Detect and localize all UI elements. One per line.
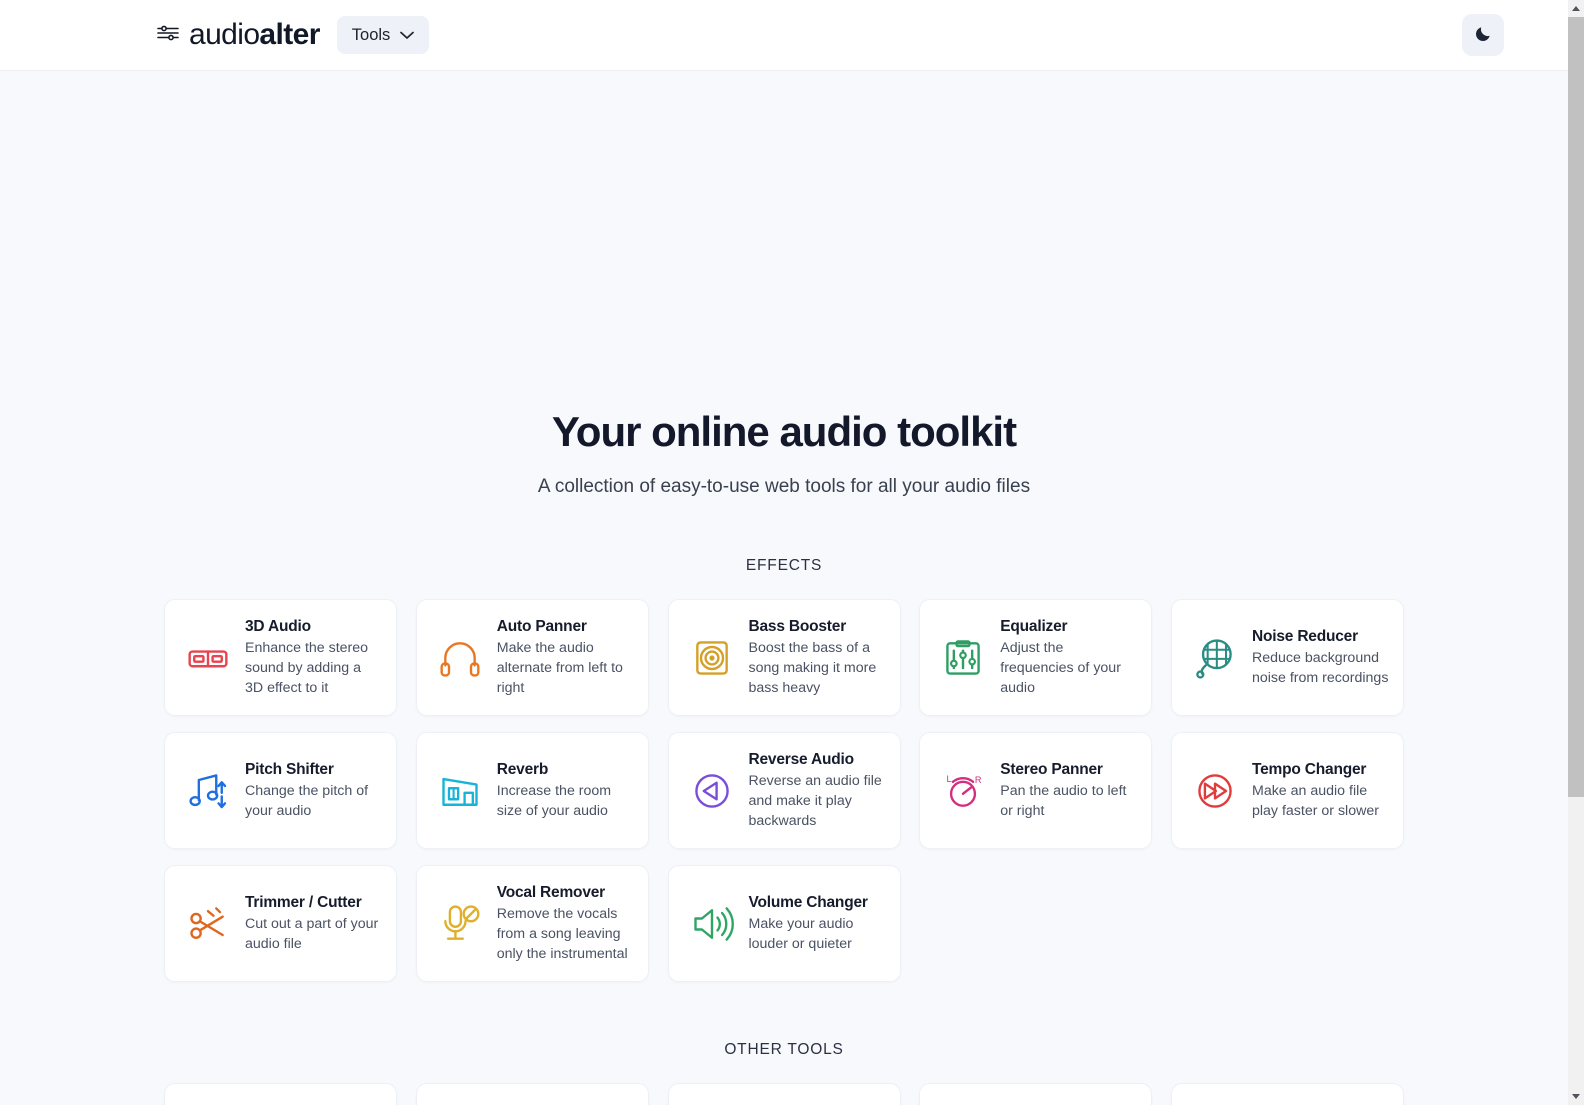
pan-knob-icon: LR xyxy=(936,764,990,818)
vertical-scrollbar[interactable] xyxy=(1568,0,1584,1105)
tool-card-title: Bass Booster xyxy=(748,618,847,636)
page-content: audioalter Tools Your online audio toolk… xyxy=(0,0,1568,1105)
tool-card[interactable]: Vocal Remover Remove the vocals from a so… xyxy=(415,865,649,983)
brand-logo[interactable]: audioalter xyxy=(156,20,320,50)
tools-dropdown-label: Tools xyxy=(351,25,391,44)
tool-card-description: Adjust the frequencies of your audio xyxy=(1000,639,1121,697)
other-tools-card-grid: BPM Detector Converter Downmixer Spectrogra… xyxy=(164,1083,1404,1105)
tool-card-body: Bass Booster Boost the bass of a song mak… xyxy=(749,617,886,698)
sliders-icon xyxy=(156,23,180,48)
tool-card-title: Noise Reducer xyxy=(1252,628,1358,646)
volume-waves-icon xyxy=(685,897,739,951)
equalizer-icon xyxy=(936,631,990,685)
dark-mode-toggle-button[interactable] xyxy=(1462,14,1504,56)
tool-card-body: Reverse Audio Reverse an audio file and m… xyxy=(749,750,886,831)
tool-card-description: Make your audio louder or quieter xyxy=(748,915,854,952)
tool-card[interactable]: Auto Panner Make the audio alternate from… xyxy=(415,599,649,717)
speaker-rings-icon xyxy=(685,631,739,685)
scroll-down-button[interactable] xyxy=(1568,1088,1584,1105)
tool-card[interactable]: Trimmer / Cutter Cut out a part of your a… xyxy=(164,865,397,983)
tool-card-description: Enhance the stereo sound by adding a 3D … xyxy=(245,639,369,697)
tool-card[interactable]: Noise Reducer Reduce background noise fro… xyxy=(1171,599,1404,717)
tool-card[interactable]: Bass Booster Boost the bass of a song mak… xyxy=(667,599,901,717)
tool-card-body: Trimmer / Cutter Cut out a part of your a… xyxy=(245,893,382,954)
tool-card-title: Tempo Changer xyxy=(1252,761,1367,779)
effects-card-grid: 3D Audio Enhance the stereo sound by addi… xyxy=(164,599,1404,983)
tool-card-title: Reverse Audio xyxy=(748,751,855,769)
tool-card-body: Vocal Remover Remove the vocals from a so… xyxy=(497,883,634,964)
tool-card-body: Tempo Changer Make an audio file play fas… xyxy=(1252,760,1389,821)
svg-text:R: R xyxy=(975,775,982,785)
tool-card-body: Equalizer Adjust the frequencies of your … xyxy=(1000,617,1137,698)
tool-card-title: Equalizer xyxy=(1000,618,1068,636)
tool-card-description: Cut out a part of your audio file xyxy=(245,915,379,952)
chevron-down-icon xyxy=(400,27,415,44)
tool-card-title: Auto Panner xyxy=(496,618,587,636)
reverse-play-icon xyxy=(685,764,739,818)
tool-card-title: Pitch Shifter xyxy=(245,761,334,779)
scrollbar-thumb[interactable] xyxy=(1568,17,1584,797)
tool-card-description: Boost the bass of a song making it more … xyxy=(748,639,877,697)
tool-card[interactable]: Reverse Audio Reverse an audio file and m… xyxy=(667,732,901,850)
site-header: audioalter Tools xyxy=(0,0,1568,71)
tool-card[interactable]: Spectrogram Image xyxy=(919,1083,1153,1105)
tool-card-title: Vocal Remover xyxy=(496,884,605,902)
music-arrows-icon xyxy=(181,764,235,818)
tool-card-title: Trimmer / Cutter xyxy=(245,894,362,912)
tool-card[interactable]: Reverb Increase the room size of your aud… xyxy=(415,732,649,850)
section-heading-effects: EFFECTS xyxy=(745,557,823,575)
tool-card[interactable]: Pitch Shifter Change the pitch of your au… xyxy=(164,732,397,850)
tool-card[interactable]: 3D Audio Enhance the stereo sound by addi… xyxy=(164,599,397,717)
scroll-down-arrow-icon xyxy=(1572,1094,1580,1099)
moon-icon xyxy=(1474,24,1493,46)
brand-text-light: audio xyxy=(189,18,260,51)
tool-card[interactable]: BPM Detector xyxy=(164,1083,397,1105)
brand-text-bold: alter xyxy=(259,18,320,51)
tool-card[interactable]: Waveform Image xyxy=(1171,1083,1404,1105)
tool-card-description: Reverse an audio file and make it play b… xyxy=(748,772,882,830)
tool-card-body: Volume Changer Make your audio louder or … xyxy=(749,893,886,954)
tool-card-description: Reduce background noise from recordings xyxy=(1252,649,1389,686)
room-icon xyxy=(433,764,487,818)
mesh-globe-icon xyxy=(1188,631,1242,685)
3d-glasses-icon xyxy=(181,631,235,685)
tool-card-title: Stereo Panner xyxy=(1000,761,1103,779)
tool-card-description: Pan the audio to left or right xyxy=(1000,782,1127,819)
tool-card-description: Make the audio alternate from left to ri… xyxy=(496,639,623,697)
tool-card[interactable]: Downmixer xyxy=(667,1083,901,1105)
headphones-icon xyxy=(433,631,487,685)
fast-forward-icon xyxy=(1188,764,1242,818)
tools-dropdown-button[interactable]: Tools xyxy=(336,16,430,54)
tool-card[interactable]: Equalizer Adjust the frequencies of your … xyxy=(919,599,1153,717)
tool-card-body: Pitch Shifter Change the pitch of your au… xyxy=(245,760,382,821)
scissors-icon xyxy=(181,897,235,951)
tool-card-body: Auto Panner Make the audio alternate from… xyxy=(497,617,634,698)
svg-text:L: L xyxy=(947,774,952,784)
tool-card-body: Noise Reducer Reduce background noise fro… xyxy=(1252,627,1389,688)
tool-card[interactable]: Volume Changer Make your audio louder or … xyxy=(667,865,901,983)
tool-card-description: Make an audio file play faster or slower xyxy=(1252,782,1379,819)
tool-card-description: Change the pitch of your audio xyxy=(245,782,369,819)
hero-section: Your online audio toolkit A collection o… xyxy=(0,71,1568,498)
tool-card-title: Reverb xyxy=(496,761,549,779)
tool-card-body: Reverb Increase the room size of your aud… xyxy=(497,760,634,821)
scroll-up-arrow-icon xyxy=(1572,6,1580,11)
tool-card[interactable]: L R Stereo Panner Pan the audio to left or … xyxy=(919,732,1153,850)
page-subtitle: A collection of easy-to-use web tools fo… xyxy=(537,476,1031,498)
tool-card-body: 3D Audio Enhance the stereo sound by addi… xyxy=(245,617,382,698)
tool-card-body: Stereo Panner Pan the audio to left or ri… xyxy=(1000,760,1137,821)
scroll-up-button[interactable] xyxy=(1568,0,1584,17)
tool-card-title: 3D Audio xyxy=(245,618,311,636)
brand-wordmark: audioalter xyxy=(189,20,320,50)
tool-card-description: Remove the vocals from a song leaving on… xyxy=(496,905,628,963)
tool-card-description: Increase the room size of your audio xyxy=(496,782,612,819)
browser-viewport: audioalter Tools Your online audio toolk… xyxy=(0,0,1584,1105)
mic-blocked-icon xyxy=(433,897,487,951)
page-title: Your online audio toolkit xyxy=(551,408,1017,455)
section-heading-other-tools: OTHER TOOLS xyxy=(724,1041,844,1059)
tool-card-title: Volume Changer xyxy=(748,894,868,912)
tool-card[interactable]: Tempo Changer Make an audio file play fas… xyxy=(1171,732,1404,850)
tool-card[interactable]: Converter xyxy=(415,1083,649,1105)
